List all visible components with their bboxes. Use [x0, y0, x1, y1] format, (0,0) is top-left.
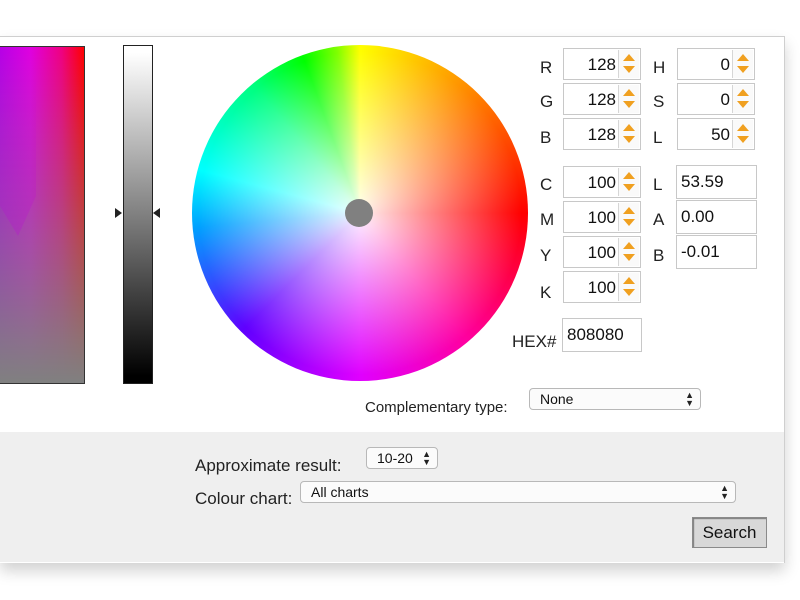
m-input[interactable]: 100 [563, 201, 641, 233]
updown-arrows-icon: ▲ ▼ [720, 483, 729, 501]
updown-arrows-icon: ▲ ▼ [422, 449, 431, 467]
s-value: 0 [720, 90, 730, 109]
luminance-handle-right-icon[interactable] [153, 208, 160, 218]
down-arrow-icon[interactable] [623, 219, 635, 226]
lab-l-field[interactable]: 53.59 [676, 165, 757, 199]
k-value: 100 [587, 278, 616, 297]
y-input[interactable]: 100 [563, 236, 641, 268]
r-value: 128 [587, 55, 616, 74]
lab-b-label: B [653, 246, 665, 265]
s-spinner[interactable] [732, 85, 753, 113]
s-label: S [653, 92, 665, 111]
approximate-value: 10-20 [377, 450, 413, 466]
up-arrow-icon[interactable] [623, 172, 635, 179]
h-value: 0 [720, 55, 730, 74]
s-input[interactable]: 0 [677, 83, 755, 115]
up-arrow-icon[interactable] [623, 89, 635, 96]
up-arrow-icon[interactable] [737, 89, 749, 96]
r-spinner[interactable] [618, 50, 639, 78]
up-arrow-icon[interactable] [623, 277, 635, 284]
down-arrow-icon[interactable] [737, 101, 749, 108]
colour-chart-value: All charts [311, 484, 369, 500]
y-value: 100 [587, 243, 616, 262]
c-label: C [540, 175, 553, 194]
h-input[interactable]: 0 [677, 48, 755, 80]
lab-a-label: A [653, 210, 665, 229]
c-spinner[interactable] [618, 168, 639, 196]
down-arrow-icon[interactable] [737, 136, 749, 143]
up-arrow-icon[interactable] [623, 207, 635, 214]
colour-chart-select[interactable]: All charts ▲ ▼ [300, 481, 736, 503]
hex-field[interactable]: 808080 [562, 318, 642, 352]
approximate-select[interactable]: 10-20 ▲ ▼ [366, 447, 438, 469]
m-value: 100 [587, 208, 616, 227]
up-arrow-icon[interactable] [623, 54, 635, 61]
complementary-label: Complementary type: [365, 399, 508, 416]
l-value: 50 [711, 125, 730, 144]
up-arrow-icon[interactable] [623, 242, 635, 249]
k-label: K [540, 283, 552, 302]
l-label: L [653, 128, 663, 147]
lab-a-field[interactable]: 0.00 [676, 200, 757, 234]
y-label: Y [540, 246, 552, 265]
complementary-select[interactable]: None ▲ ▼ [529, 388, 701, 410]
down-arrow-icon[interactable] [623, 66, 635, 73]
complementary-value: None [540, 391, 574, 407]
h-spinner[interactable] [732, 50, 753, 78]
k-spinner[interactable] [618, 273, 639, 301]
down-arrow-icon[interactable] [623, 184, 635, 191]
b-input[interactable]: 128 [563, 118, 641, 150]
lab-l-label: L [653, 175, 663, 194]
y-spinner[interactable] [618, 238, 639, 266]
c-input[interactable]: 100 [563, 166, 641, 198]
up-arrow-icon[interactable] [737, 124, 749, 131]
luminance-handle-left-icon[interactable] [115, 208, 122, 218]
down-arrow-icon[interactable] [623, 254, 635, 261]
color-wheel-selector[interactable] [345, 199, 373, 227]
search-button[interactable]: Search [692, 517, 767, 548]
h-label: H [653, 58, 666, 77]
c-value: 100 [587, 173, 616, 192]
l-spinner[interactable] [732, 120, 753, 148]
g-label: G [540, 92, 554, 111]
g-spinner[interactable] [618, 85, 639, 113]
l-input[interactable]: 50 [677, 118, 755, 150]
colour-chart-label: Colour chart: [195, 489, 293, 508]
lab-b-field[interactable]: -0.01 [676, 235, 757, 269]
luminance-slider[interactable] [123, 45, 153, 384]
k-input[interactable]: 100 [563, 271, 641, 303]
down-arrow-icon[interactable] [623, 289, 635, 296]
m-label: M [540, 210, 555, 229]
up-arrow-icon[interactable] [623, 124, 635, 131]
r-input[interactable]: 128 [563, 48, 641, 80]
r-label: R [540, 58, 553, 77]
down-arrow-icon[interactable] [623, 101, 635, 108]
hex-label: HEX# [512, 332, 557, 351]
b-spinner[interactable] [618, 120, 639, 148]
updown-arrows-icon: ▲ ▼ [685, 390, 694, 408]
b-label: B [540, 128, 552, 147]
g-input[interactable]: 128 [563, 83, 641, 115]
g-value: 128 [587, 90, 616, 109]
down-arrow-icon[interactable] [737, 66, 749, 73]
up-arrow-icon[interactable] [737, 54, 749, 61]
down-arrow-icon[interactable] [623, 136, 635, 143]
approximate-label: Approximate result: [195, 456, 342, 475]
b-value: 128 [587, 125, 616, 144]
m-spinner[interactable] [618, 203, 639, 231]
